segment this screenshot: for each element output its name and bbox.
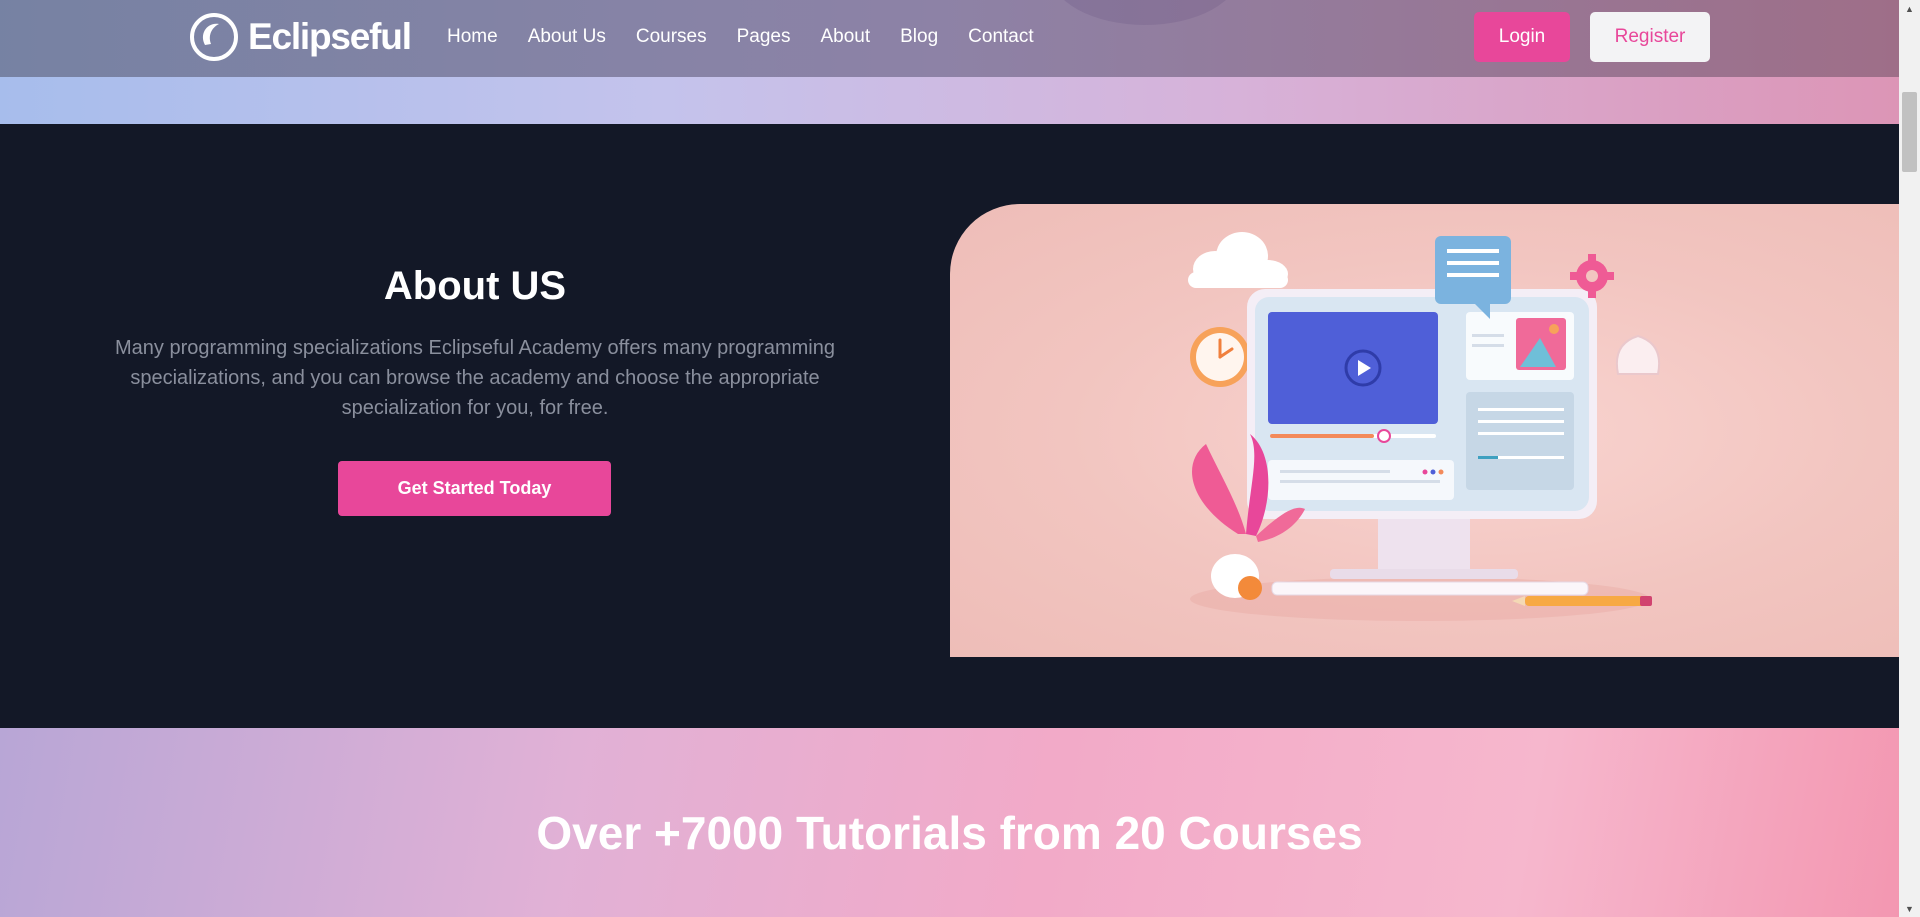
register-button[interactable]: Register (1590, 12, 1710, 62)
nav-item-contact[interactable]: Contact (968, 26, 1033, 48)
brand-name: Eclipseful (248, 16, 412, 57)
get-started-button[interactable]: Get Started Today (338, 461, 611, 516)
about-title: About US (383, 264, 567, 308)
scroll-up-arrow-icon[interactable]: ▲ (1899, 0, 1920, 17)
tutorials-title: Over +7000 Tutorials from 20 Courses (536, 807, 1363, 859)
scroll-down-arrow-icon[interactable]: ▼ (1899, 900, 1920, 917)
about-illustration (950, 204, 1899, 657)
nav-item-about[interactable]: About (820, 26, 870, 48)
nav-item-home[interactable]: Home (447, 26, 498, 48)
tutorials-section: Over +7000 Tutorials from 20 Courses (0, 728, 1899, 917)
about-text-block: About US Many programming specialization… (95, 264, 855, 423)
navbar: Eclipseful Home About Us Courses Pages A… (0, 0, 1899, 77)
nav-item-about-us[interactable]: About Us (528, 26, 606, 48)
nav-item-blog[interactable]: Blog (900, 26, 938, 48)
nav-item-courses[interactable]: Courses (636, 26, 707, 48)
brand-logo[interactable]: Eclipseful (189, 12, 412, 62)
main-nav: Home About Us Courses Pages About Blog C… (447, 26, 1064, 48)
scrollbar-thumb[interactable] (1902, 92, 1917, 172)
page-scrollbar[interactable]: ▲ ▼ (1899, 0, 1920, 917)
login-button[interactable]: Login (1474, 12, 1570, 62)
nav-item-pages[interactable]: Pages (737, 26, 791, 48)
about-section: About US Many programming specialization… (0, 124, 1899, 728)
computer-learning-illustration-icon (1188, 232, 1660, 621)
eclipse-logo-icon (190, 13, 238, 61)
about-description: Many programming specializations Eclipse… (115, 337, 835, 419)
